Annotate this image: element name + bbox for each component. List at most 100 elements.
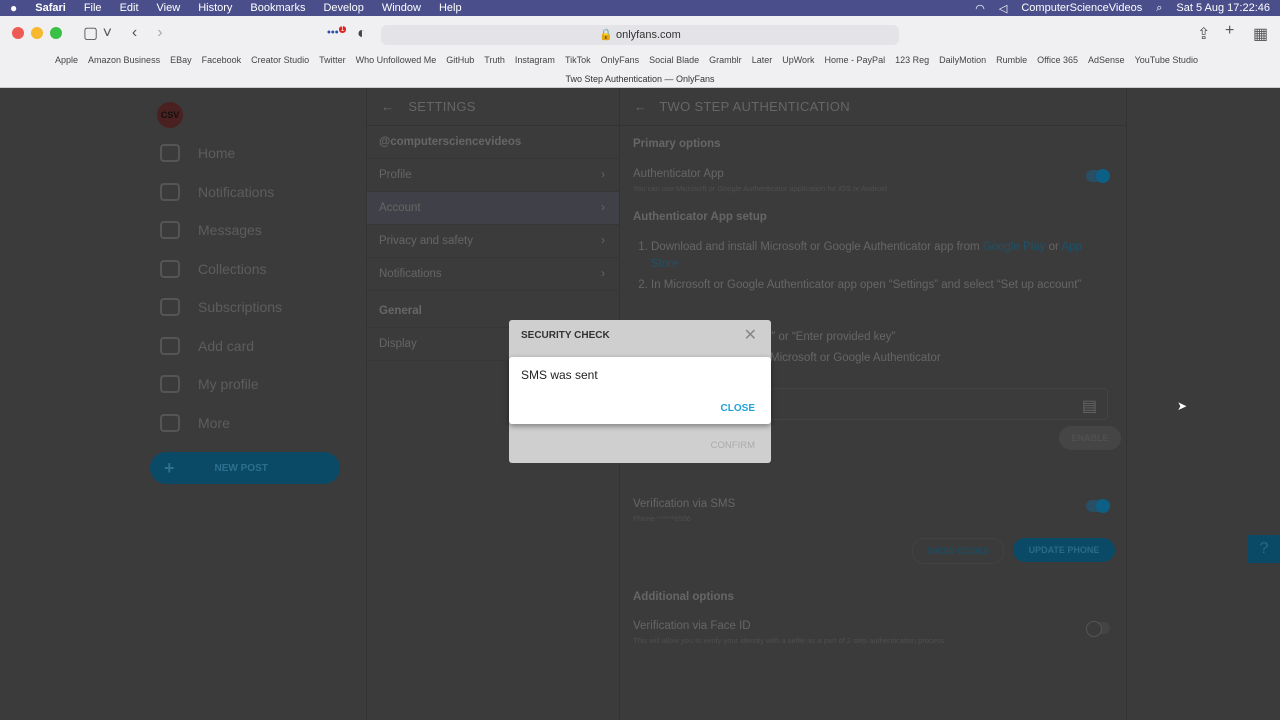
authenticator-app-toggle[interactable] <box>1086 169 1110 183</box>
back-arrow-icon[interactable]: ← <box>381 99 394 114</box>
menu-app[interactable]: Safari <box>35 2 66 14</box>
new-tab-icon[interactable]: + <box>1225 22 1234 40</box>
settings-item-notifications[interactable]: Notifications › <box>367 258 619 291</box>
tab-overview-icon[interactable]: ▦ <box>1253 24 1268 44</box>
settings-item-privacy-and-safety[interactable]: Privacy and safety › <box>367 225 619 258</box>
back-arrow-icon[interactable]: ← <box>634 99 647 114</box>
bookmark-item[interactable]: OnlyFans <box>601 55 640 65</box>
nav-item-collections[interactable]: Collections <box>150 250 365 289</box>
mouse-cursor: ➤ <box>1177 399 1188 413</box>
step-1: Download and install Microsoft or Google… <box>651 239 1106 273</box>
bookmark-item[interactable]: Home - PayPal <box>825 55 886 65</box>
bookmark-item[interactable]: Apple <box>55 55 78 65</box>
back-icon[interactable]: ‹ <box>132 24 137 42</box>
primary-options-heading: Primary options <box>633 138 721 150</box>
menu-datetime[interactable]: Sat 5 Aug 17:22:46 <box>1176 2 1270 14</box>
apple-menu-icon[interactable]: ● <box>10 1 17 15</box>
zoom-window-button[interactable] <box>50 27 62 39</box>
extension-badge: 1 <box>338 26 347 33</box>
tab-title[interactable]: Two Step Authentication — OnlyFans <box>565 74 714 84</box>
settings-item-account[interactable]: Account › <box>367 192 619 225</box>
search-icon[interactable]: ⌕ <box>1156 2 1162 15</box>
share-icon[interactable]: ⇪ <box>1197 24 1210 44</box>
google-play-link[interactable]: Google Play <box>983 241 1046 253</box>
menu-window[interactable]: Window <box>382 2 421 14</box>
confirm-button[interactable]: CONFIRM <box>711 440 755 451</box>
volume-icon[interactable]: ◁ <box>999 2 1007 15</box>
bookmark-item[interactable]: Instagram <box>515 55 555 65</box>
menu-edit[interactable]: Edit <box>120 2 139 14</box>
bookmark-item[interactable]: AdSense <box>1088 55 1125 65</box>
faceid-toggle[interactable] <box>1086 621 1110 637</box>
bookmark-item[interactable]: Later <box>752 55 773 65</box>
wifi-icon[interactable]: ◠ <box>975 2 985 15</box>
bookmark-item[interactable]: YouTube Studio <box>1135 55 1198 65</box>
bookmark-item[interactable]: Amazon Business <box>88 55 160 65</box>
menu-view[interactable]: View <box>157 2 181 14</box>
enable-button[interactable]: ENABLE <box>1059 426 1121 450</box>
new-post-button[interactable]: + NEW POST <box>150 452 340 484</box>
avatar[interactable]: CSV <box>157 102 183 128</box>
show-codes-button[interactable]: SHOW CODES <box>912 538 1004 564</box>
bookmark-item[interactable]: Who Unfollowed Me <box>356 55 437 65</box>
bookmark-item[interactable]: Gramblr <box>709 55 742 65</box>
nav-item-messages[interactable]: Messages <box>150 211 365 250</box>
menu-user[interactable]: ComputerScienceVideos <box>1021 2 1142 14</box>
bookmark-item[interactable]: Facebook <box>202 55 242 65</box>
bookmark-item[interactable]: Creator Studio <box>251 55 309 65</box>
bookmark-item[interactable]: 123 Reg <box>895 55 929 65</box>
menu-bar: ● Safari File Edit View History Bookmark… <box>0 0 1280 16</box>
nav-item-add-card[interactable]: Add card <box>150 327 365 366</box>
faceid-label: Verification via Face ID <box>633 620 751 632</box>
sms-toggle[interactable] <box>1086 499 1110 513</box>
settings-item-label: Account <box>379 202 421 214</box>
chevron-right-icon: › <box>601 202 605 214</box>
nav-item-subscriptions[interactable]: Subscriptions <box>150 288 365 327</box>
menu-develop[interactable]: Develop <box>323 2 363 14</box>
forward-icon[interactable]: › <box>157 24 162 42</box>
bookmark-item[interactable]: GitHub <box>446 55 474 65</box>
shield-icon[interactable]: ◐ <box>357 25 367 43</box>
bookmark-item[interactable]: Rumble <box>996 55 1027 65</box>
code-input[interactable]: ▤ <box>770 388 1108 420</box>
bookmark-item[interactable]: DailyMotion <box>939 55 986 65</box>
paste-icon[interactable]: ▤ <box>1082 396 1097 416</box>
nav-item-my-profile[interactable]: My profile <box>150 365 365 404</box>
settings-item-profile[interactable]: Profile › <box>367 159 619 192</box>
close-window-button[interactable] <box>12 27 24 39</box>
minimize-window-button[interactable] <box>31 27 43 39</box>
faceid-option: Verification via Face ID This will allow … <box>620 614 1126 651</box>
nav-icon <box>160 413 180 432</box>
nav-icon <box>160 298 180 317</box>
bookmark-item[interactable]: TikTok <box>565 55 591 65</box>
plus-icon: + <box>164 457 175 478</box>
bookmark-item[interactable]: Office 365 <box>1037 55 1078 65</box>
menu-file[interactable]: File <box>84 2 102 14</box>
nav-item-more[interactable]: More <box>150 404 365 443</box>
dialog-close-icon[interactable]: ✕ <box>744 325 757 345</box>
update-phone-button[interactable]: UPDATE PHONE <box>1013 538 1115 562</box>
extension-icon[interactable]: ••• 1 <box>327 26 347 39</box>
nav-label: Notifications <box>198 183 275 200</box>
bookmark-item[interactable]: UpWork <box>782 55 814 65</box>
nav-item-notifications[interactable]: Notifications <box>150 173 365 212</box>
address-bar[interactable]: 🔒 onlyfans.com <box>381 25 899 45</box>
bookmark-item[interactable]: EBay <box>170 55 192 65</box>
bookmark-item[interactable]: Truth <box>484 55 505 65</box>
alert-close-button[interactable]: CLOSE <box>721 403 755 414</box>
username: @computersciencevideos <box>367 126 619 159</box>
menu-bookmarks[interactable]: Bookmarks <box>250 2 305 14</box>
sidebar-icon[interactable]: ▢ ˅ <box>83 23 112 43</box>
step-4-partial: Microsoft or Google Authenticator <box>770 352 941 364</box>
menu-history[interactable]: History <box>198 2 232 14</box>
alert-message: SMS was sent <box>521 368 598 382</box>
help-icon[interactable]: ? <box>1248 535 1280 563</box>
menu-help[interactable]: Help <box>439 2 462 14</box>
authenticator-app-label: Authenticator App <box>633 168 724 180</box>
nav-label: Add card <box>198 337 255 354</box>
bookmark-item[interactable]: Social Blade <box>649 55 699 65</box>
nav-item-home[interactable]: Home <box>150 134 365 173</box>
settings-item-label: Privacy and safety <box>379 235 473 247</box>
settings-title: SETTINGS <box>408 99 476 114</box>
bookmark-item[interactable]: Twitter <box>319 55 346 65</box>
